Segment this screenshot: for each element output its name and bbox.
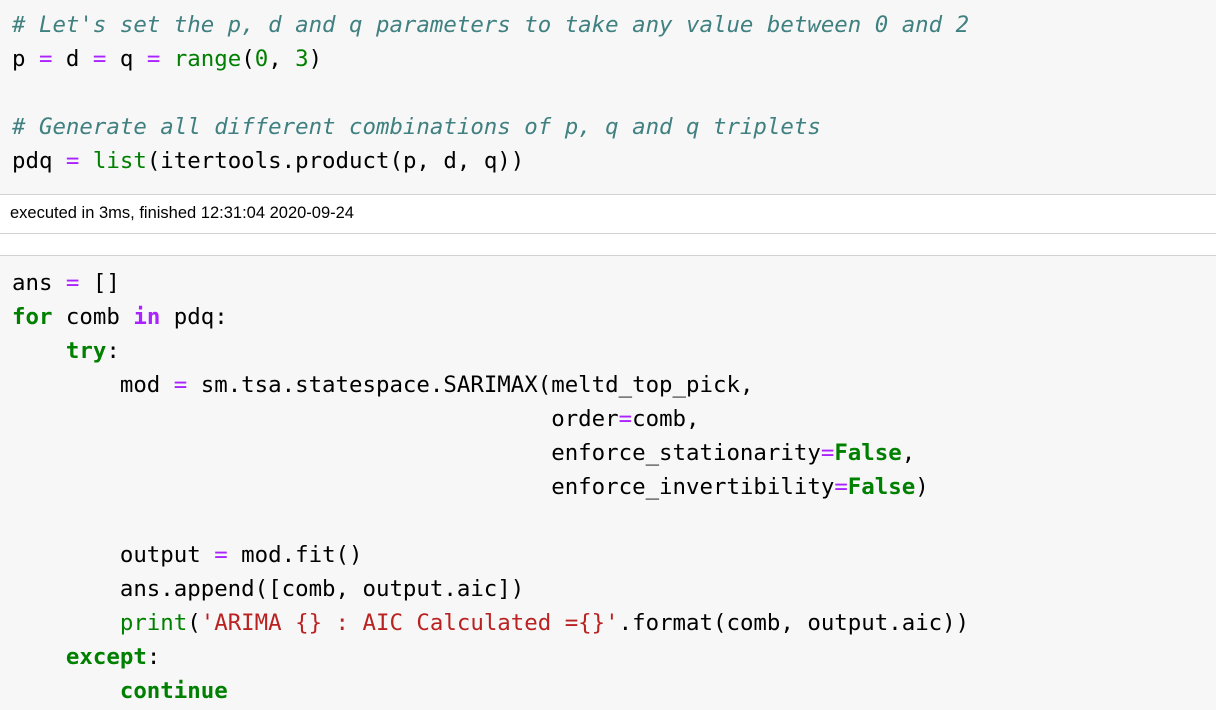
code-token: : xyxy=(146,644,161,670)
code-token: ) xyxy=(308,46,323,72)
code-line: mod = sm.tsa.statespace.SARIMAX(meltd_to… xyxy=(12,368,969,402)
code-token: = xyxy=(820,440,835,466)
code-token: enforce_stationarity xyxy=(12,440,821,466)
code-token: 3 xyxy=(295,46,309,72)
code-token: p xyxy=(12,46,39,72)
code-token: = xyxy=(618,406,633,432)
code-token: = xyxy=(38,46,53,72)
code-token: (itertools.product(p, d, q)) xyxy=(146,148,525,174)
code-token: continue xyxy=(119,678,228,704)
code-token: = xyxy=(146,46,161,72)
code-token: except xyxy=(65,644,147,670)
code-token: comb, xyxy=(632,406,700,432)
code-editor-2[interactable]: ans = [] for comb in pdq: try: mod = sm.t… xyxy=(12,266,969,708)
code-token: , xyxy=(268,46,296,72)
execution-info-bar: executed in 3ms, finished 12:31:04 2020-… xyxy=(0,194,1216,234)
code-token: output xyxy=(12,542,215,568)
code-line: # Generate all different combinations of… xyxy=(12,110,969,144)
code-token: enforce_invertibility xyxy=(12,474,835,500)
code-line: p = d = q = range(0, 3) xyxy=(12,42,969,76)
code-token: = xyxy=(214,542,228,568)
code-token: 0 xyxy=(254,46,269,72)
code-token: False xyxy=(834,440,902,466)
code-token: comb xyxy=(52,304,134,330)
code-token: = xyxy=(65,148,80,174)
code-token: ans.append([comb, output.aic]) xyxy=(12,576,525,602)
code-token: for xyxy=(12,304,53,330)
code-editor-1[interactable]: # Let's set the p, d and q parameters to… xyxy=(12,8,969,178)
code-line: output = mod.fit() xyxy=(12,538,969,572)
code-line: pdq = list(itertools.product(p, d, q)) xyxy=(12,144,969,178)
code-token: range xyxy=(173,46,242,72)
code-line: print('ARIMA {} : AIC Calculated ={}'.fo… xyxy=(12,606,969,640)
code-token: ( xyxy=(241,46,255,72)
code-line: try: xyxy=(12,334,969,368)
code-token: , xyxy=(901,440,916,466)
code-token: print xyxy=(119,610,188,636)
code-token: [] xyxy=(79,270,120,296)
code-token: pdq xyxy=(12,148,66,174)
code-token: = xyxy=(173,372,188,398)
code-token: mod.fit() xyxy=(227,542,363,568)
code-token: try xyxy=(65,338,107,364)
code-token: in xyxy=(133,304,161,330)
code-cell-2[interactable]: ans = [] for comb in pdq: try: mod = sm.t… xyxy=(0,256,1216,710)
code-token: d xyxy=(52,46,93,72)
code-line: ans = [] xyxy=(12,266,969,300)
code-line: # Let's set the p, d and q parameters to… xyxy=(12,8,969,42)
code-token: : xyxy=(106,338,120,364)
code-cell-1[interactable]: # Let's set the p, d and q parameters to… xyxy=(0,0,1216,194)
execution-info-text: executed in 3ms, finished 12:31:04 2020-… xyxy=(10,204,354,222)
code-line: except: xyxy=(12,640,969,674)
code-token: ) xyxy=(915,474,929,500)
code-token: mod xyxy=(12,372,174,398)
code-token: pdq: xyxy=(160,304,228,330)
code-line: order=comb, xyxy=(12,402,969,436)
code-token: = xyxy=(92,46,107,72)
code-token: q xyxy=(106,46,147,72)
code-token: order xyxy=(12,406,619,432)
code-line: continue xyxy=(12,674,969,708)
code-token: # Generate all different combinations of… xyxy=(12,114,821,140)
notebook-page: # Let's set the p, d and q parameters to… xyxy=(0,0,1216,710)
code-token: ans xyxy=(12,270,66,296)
code-line: enforce_invertibility=False) xyxy=(12,470,969,504)
code-token: False xyxy=(847,474,916,500)
code-line: enforce_stationarity=False, xyxy=(12,436,969,470)
code-token: = xyxy=(65,270,80,296)
code-token: sm.tsa.statespace.SARIMAX(meltd_top_pick… xyxy=(187,372,754,398)
code-token: = xyxy=(834,474,848,500)
code-line: for comb in pdq: xyxy=(12,300,969,334)
code-token: 'ARIMA {} : AIC Calculated ={}' xyxy=(200,610,619,636)
code-token: ( xyxy=(187,610,201,636)
code-token: # Let's set the p, d and q parameters to… xyxy=(12,12,970,38)
code-token: .format(comb, output.aic)) xyxy=(618,610,970,636)
code-line: ans.append([comb, output.aic]) xyxy=(12,572,969,606)
code-token: list xyxy=(92,148,147,174)
